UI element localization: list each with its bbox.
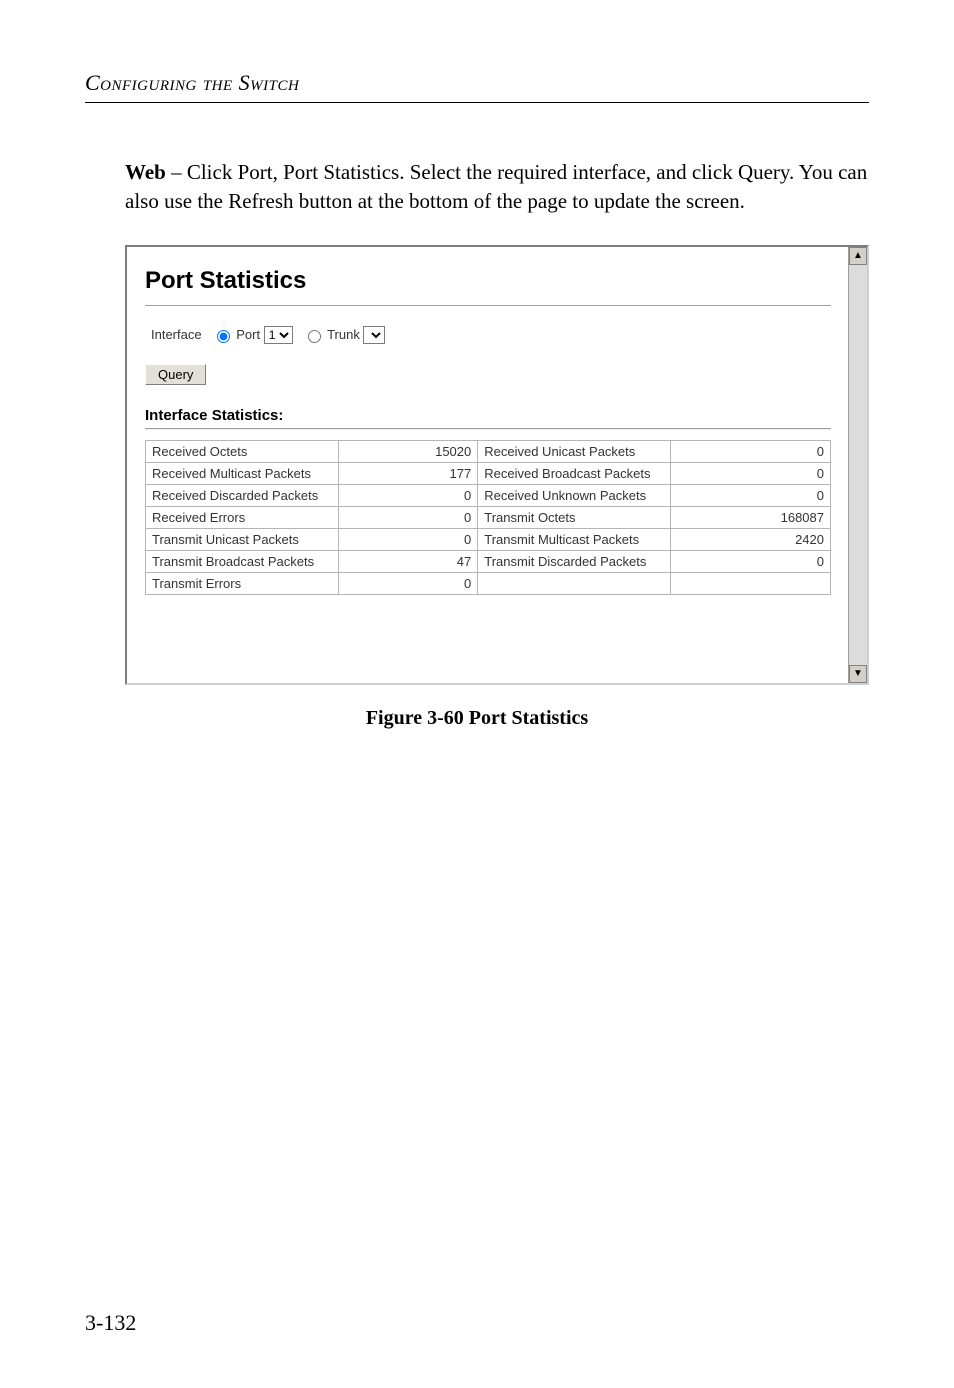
stat-value: 15020 (339, 440, 478, 462)
stat-label: Transmit Broadcast Packets (146, 550, 339, 572)
header-rule (85, 102, 869, 103)
stat-value: 0 (339, 528, 478, 550)
port-radio[interactable] (217, 330, 230, 343)
section-separator (145, 428, 831, 430)
stat-value: 47 (339, 550, 478, 572)
scrollbar[interactable]: ▲ ▼ (848, 247, 867, 683)
table-row: Transmit Errors0 (146, 572, 831, 594)
table-row: Received Multicast Packets177Received Br… (146, 462, 831, 484)
stat-value: 0 (671, 550, 831, 572)
section-heading: Interface Statistics: (145, 407, 831, 424)
stat-label (478, 572, 671, 594)
web-ui-screenshot: Port Statistics Interface Port 1 (125, 245, 869, 685)
stat-value: 177 (339, 462, 478, 484)
port-select[interactable]: 1 (264, 326, 293, 344)
stat-value (671, 572, 831, 594)
chevron-down-icon: ▼ (853, 668, 863, 679)
interface-statistics-table: Received Octets15020Received Unicast Pac… (145, 440, 831, 595)
trunk-radio-label: Trunk (327, 327, 360, 342)
page: Configuring the Switch Web – Click Port,… (0, 0, 954, 1388)
stat-label: Received Octets (146, 440, 339, 462)
stat-label: Transmit Unicast Packets (146, 528, 339, 550)
running-header: Configuring the Switch (85, 70, 869, 96)
scroll-down-button[interactable]: ▼ (849, 665, 867, 683)
stat-label: Received Multicast Packets (146, 462, 339, 484)
scroll-up-button[interactable]: ▲ (849, 247, 867, 265)
table-row: Transmit Unicast Packets0Transmit Multic… (146, 528, 831, 550)
stat-label: Transmit Multicast Packets (478, 528, 671, 550)
figure-caption: Figure 3-60 Port Statistics (85, 707, 869, 730)
trunk-radio[interactable] (308, 330, 321, 343)
interface-label: Interface (147, 324, 206, 346)
body-lead: Web (125, 160, 166, 184)
page-title: Port Statistics (145, 267, 831, 295)
stat-value: 0 (671, 484, 831, 506)
stat-label: Transmit Errors (146, 572, 339, 594)
body-paragraph: Web – Click Port, Port Statistics. Selec… (125, 158, 869, 217)
table-row: Received Octets15020Received Unicast Pac… (146, 440, 831, 462)
interface-table: Interface Port 1 Trunk (145, 322, 391, 348)
stat-value: 168087 (671, 506, 831, 528)
table-row: Received Discarded Packets0Received Unkn… (146, 484, 831, 506)
stat-label: Received Errors (146, 506, 339, 528)
query-button[interactable]: Query (145, 364, 206, 385)
stat-label: Transmit Octets (478, 506, 671, 528)
title-separator (145, 305, 831, 306)
trunk-select[interactable] (363, 326, 385, 344)
chevron-up-icon: ▲ (853, 250, 863, 261)
stat-value: 0 (671, 440, 831, 462)
body-rest: – Click Port, Port Statistics. Select th… (125, 160, 867, 213)
stat-label: Transmit Discarded Packets (478, 550, 671, 572)
stat-value: 0 (339, 484, 478, 506)
stat-label: Received Broadcast Packets (478, 462, 671, 484)
table-row: Received Errors0Transmit Octets168087 (146, 506, 831, 528)
page-number: 3-132 (85, 1310, 136, 1336)
stat-value: 2420 (671, 528, 831, 550)
interface-selector-row: Interface Port 1 Trunk (145, 322, 831, 348)
stat-label: Received Unicast Packets (478, 440, 671, 462)
stat-label: Received Discarded Packets (146, 484, 339, 506)
ui-content: Port Statistics Interface Port 1 (127, 247, 849, 599)
stat-value: 0 (339, 572, 478, 594)
table-row: Transmit Broadcast Packets47Transmit Dis… (146, 550, 831, 572)
port-radio-label: Port (236, 327, 260, 342)
stat-label: Received Unknown Packets (478, 484, 671, 506)
stat-value: 0 (339, 506, 478, 528)
stat-value: 0 (671, 462, 831, 484)
